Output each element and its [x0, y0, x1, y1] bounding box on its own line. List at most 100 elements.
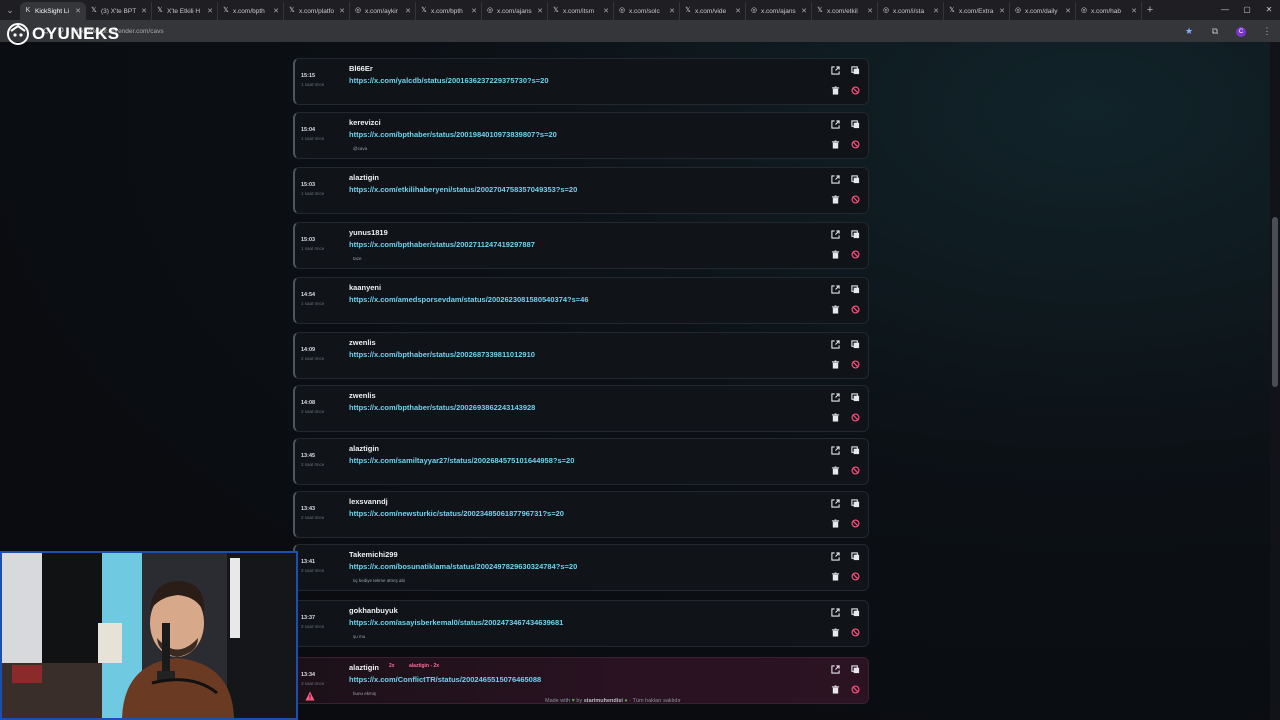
- ban-icon[interactable]: [849, 570, 861, 582]
- footer-author-link[interactable]: starimuhendisi: [584, 698, 623, 704]
- page-scrollbar[interactable]: [1270, 42, 1280, 720]
- copy-icon[interactable]: [849, 606, 861, 618]
- entry-link[interactable]: https://x.com/bpthaber/status/2001984010…: [349, 130, 557, 139]
- browser-menu-icon[interactable]: ⋮: [1254, 26, 1280, 37]
- trash-icon[interactable]: [829, 303, 841, 315]
- tab-close-icon[interactable]: ✕: [1131, 7, 1137, 15]
- open-link-icon[interactable]: [829, 663, 841, 675]
- open-link-icon[interactable]: [829, 173, 841, 185]
- entry-link[interactable]: https://x.com/etkilihaberyeni/status/200…: [349, 185, 577, 194]
- entry-link[interactable]: https://x.com/bosunatiklama/status/20024…: [349, 562, 577, 571]
- copy-icon[interactable]: [849, 550, 861, 562]
- entry-link[interactable]: https://x.com/amedsporsevdam/status/2002…: [349, 295, 589, 304]
- open-link-icon[interactable]: [829, 64, 841, 76]
- ban-icon[interactable]: [849, 626, 861, 638]
- entry-link[interactable]: https://x.com/bpthaber/status/2002687339…: [349, 350, 535, 359]
- minimize-icon[interactable]: —: [1214, 0, 1236, 20]
- browser-tab[interactable]: ◎ x.com/hab ✕: [1076, 2, 1142, 20]
- ban-icon[interactable]: [849, 303, 861, 315]
- ban-icon[interactable]: [849, 517, 861, 529]
- tab-close-icon[interactable]: ✕: [405, 7, 411, 15]
- ban-icon[interactable]: [849, 411, 861, 423]
- copy-icon[interactable]: [849, 663, 861, 675]
- open-link-icon[interactable]: [829, 338, 841, 350]
- browser-tab[interactable]: 𝕏x.com/vide ✕: [680, 2, 746, 20]
- copy-icon[interactable]: [849, 444, 861, 456]
- trash-icon[interactable]: [829, 517, 841, 529]
- ban-icon[interactable]: [849, 193, 861, 205]
- entry-link[interactable]: https://x.com/samiltayyar27/status/20026…: [349, 456, 574, 465]
- trash-icon[interactable]: [829, 626, 841, 638]
- ban-icon[interactable]: [849, 358, 861, 370]
- entry-link[interactable]: https://x.com/ConflictTR/status/20024655…: [349, 675, 541, 684]
- ban-icon[interactable]: [849, 84, 861, 96]
- trash-icon[interactable]: [829, 248, 841, 260]
- copy-icon[interactable]: [849, 173, 861, 185]
- browser-tab[interactable]: ◎ x.com/i/sta ✕: [878, 2, 944, 20]
- trash-icon[interactable]: [829, 570, 841, 582]
- new-tab-button[interactable]: +: [1142, 4, 1158, 16]
- tab-close-icon[interactable]: ✕: [603, 7, 609, 15]
- browser-tab[interactable]: ◎ x.com/aykir ✕: [350, 2, 416, 20]
- browser-tab[interactable]: ◎ x.com/daily ✕: [1010, 2, 1076, 20]
- open-link-icon[interactable]: [829, 444, 841, 456]
- entry-link[interactable]: https://x.com/asayisberkemal0/status/200…: [349, 618, 563, 627]
- trash-icon[interactable]: [829, 358, 841, 370]
- open-link-icon[interactable]: [829, 283, 841, 295]
- trash-icon[interactable]: [829, 193, 841, 205]
- profile-avatar[interactable]: C: [1228, 25, 1254, 37]
- browser-tab[interactable]: 𝕏x.com/etkil ✕: [812, 2, 878, 20]
- tab-close-icon[interactable]: ✕: [933, 7, 939, 15]
- ban-icon[interactable]: [849, 683, 861, 695]
- trash-icon[interactable]: [829, 411, 841, 423]
- tab-close-icon[interactable]: ✕: [867, 7, 873, 15]
- trash-icon[interactable]: [829, 464, 841, 476]
- tab-close-icon[interactable]: ✕: [141, 7, 147, 15]
- entry-link[interactable]: https://x.com/yalcdb/status/200163623722…: [349, 76, 549, 85]
- browser-tab[interactable]: ◎ x.com/solc ✕: [614, 2, 680, 20]
- browser-tab[interactable]: ◎ x.com/ajans ✕: [746, 2, 812, 20]
- tab-close-icon[interactable]: ✕: [273, 7, 279, 15]
- tab-close-icon[interactable]: ✕: [75, 7, 81, 15]
- ban-icon[interactable]: [849, 138, 861, 150]
- maximize-icon[interactable]: ▢: [1236, 0, 1258, 20]
- browser-tab[interactable]: 𝕏 X'te Etkili H ✕: [152, 2, 218, 20]
- tab-close-icon[interactable]: ✕: [1065, 7, 1071, 15]
- trash-icon[interactable]: [829, 683, 841, 695]
- open-link-icon[interactable]: [829, 228, 841, 240]
- open-link-icon[interactable]: [829, 118, 841, 130]
- tab-close-icon[interactable]: ✕: [471, 7, 477, 15]
- open-link-icon[interactable]: [829, 391, 841, 403]
- copy-icon[interactable]: [849, 228, 861, 240]
- tab-close-icon[interactable]: ✕: [207, 7, 213, 15]
- trash-icon[interactable]: [829, 84, 841, 96]
- entry-link[interactable]: https://x.com/newsturkic/status/20023485…: [349, 509, 564, 518]
- copy-icon[interactable]: [849, 338, 861, 350]
- browser-tab[interactable]: K KickSight Li ✕: [20, 2, 86, 20]
- ban-icon[interactable]: [849, 248, 861, 260]
- browser-tab[interactable]: 𝕏 (3) X'te BPT ✕: [86, 2, 152, 20]
- tab-close-icon[interactable]: ✕: [339, 7, 345, 15]
- entry-link[interactable]: https://x.com/bpthaber/status/2002693862…: [349, 403, 535, 412]
- bookmark-star-icon[interactable]: ★: [1176, 26, 1202, 37]
- open-link-icon[interactable]: [829, 606, 841, 618]
- ban-icon[interactable]: [849, 464, 861, 476]
- copy-icon[interactable]: [849, 64, 861, 76]
- open-link-icon[interactable]: [829, 550, 841, 562]
- tab-close-icon[interactable]: ✕: [999, 7, 1005, 15]
- extensions-icon[interactable]: ⧉: [1202, 26, 1228, 37]
- browser-tab[interactable]: 𝕏x.com/Extra ✕: [944, 2, 1010, 20]
- browser-tab[interactable]: 𝕏x.com/bpth ✕: [416, 2, 482, 20]
- copy-icon[interactable]: [849, 118, 861, 130]
- entry-link[interactable]: https://x.com/bpthaber/status/2002711247…: [349, 240, 535, 249]
- tab-close-icon[interactable]: ✕: [735, 7, 741, 15]
- browser-tab[interactable]: 𝕏x.com/platfo ✕: [284, 2, 350, 20]
- browser-tab[interactable]: 𝕏x.com/bpth ✕: [218, 2, 284, 20]
- open-link-icon[interactable]: [829, 497, 841, 509]
- trash-icon[interactable]: [829, 138, 841, 150]
- browser-tab[interactable]: 𝕏x.com/itsm ✕: [548, 2, 614, 20]
- browser-tab[interactable]: ◎ x.com/ajans ✕: [482, 2, 548, 20]
- tab-close-icon[interactable]: ✕: [537, 7, 543, 15]
- close-window-icon[interactable]: ✕: [1258, 0, 1280, 20]
- tab-search-icon[interactable]: ⌄: [0, 0, 20, 20]
